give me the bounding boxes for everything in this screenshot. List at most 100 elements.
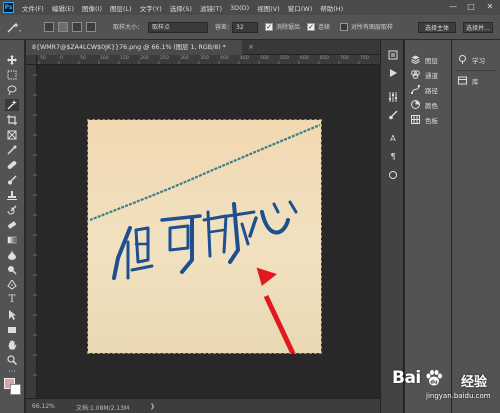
- blur-tool-icon[interactable]: [5, 249, 19, 261]
- ruler-label: 300: [180, 56, 189, 61]
- paths-panel-tab[interactable]: 路径: [411, 84, 438, 95]
- photoshop-window: Ps 文件(F) 编辑(E) 图像(I) 图层(L) 文字(Y) 选择(S) 滤…: [0, 0, 500, 413]
- type-tool-icon[interactable]: T: [5, 294, 19, 306]
- menu-filter[interactable]: 滤镜(T): [200, 3, 222, 13]
- learn-panel-tab[interactable]: 学习: [458, 54, 485, 65]
- add-to-selection-mode-button[interactable]: [58, 22, 68, 32]
- document-tab[interactable]: 8{WMR7@$ZA4LCW$0JK}}76.png @ 66.1% (图层 1…: [26, 40, 242, 55]
- magic-wand-tool-preset-icon[interactable]: [6, 22, 22, 33]
- menu-view[interactable]: 视图(V): [257, 3, 280, 13]
- marquee-tool-icon[interactable]: [5, 69, 19, 81]
- antialias-label: 消除锯齿: [276, 24, 301, 31]
- adjustments-icon[interactable]: [388, 92, 398, 102]
- menu-window[interactable]: 窗口(W): [288, 3, 313, 13]
- canvas-area[interactable]: [37, 65, 380, 398]
- baidu-jingyan-watermark: Bai du 经验 jingyan.baidu.com: [392, 368, 498, 410]
- sample-size-select[interactable]: 取样点: [148, 22, 208, 33]
- ruler-label: 50: [40, 56, 46, 61]
- menu-select[interactable]: 选择(S): [170, 3, 192, 13]
- subtract-selection-mode-button[interactable]: [72, 22, 82, 32]
- more-tools-icon[interactable]: ···: [5, 366, 19, 378]
- document-size-info: 文档:1.08M/2.13M: [76, 405, 130, 412]
- photoshop-logo: Ps: [3, 2, 14, 13]
- brush-tool-icon[interactable]: [5, 174, 19, 186]
- zoom-tool-icon[interactable]: [5, 354, 19, 366]
- layers-icon: [411, 55, 420, 64]
- glyphs-icon[interactable]: [388, 170, 398, 180]
- ruler-label: 50: [80, 56, 86, 61]
- ruler-label: 0: [60, 56, 63, 61]
- menu-help[interactable]: 帮助(H): [320, 3, 343, 13]
- swatches-panel-tab[interactable]: 色板: [411, 114, 438, 125]
- move-tool-icon[interactable]: [5, 54, 19, 66]
- contiguous-label: 连续: [318, 24, 331, 31]
- frame-tool-icon[interactable]: [5, 129, 19, 141]
- menu-file[interactable]: 文件(F): [22, 3, 44, 13]
- menu-image[interactable]: 图像(I): [82, 3, 102, 13]
- brush-settings-icon[interactable]: [388, 110, 398, 120]
- paths-icon: [411, 85, 420, 94]
- gradient-tool-icon[interactable]: [5, 234, 19, 246]
- hand-tool-icon[interactable]: [5, 339, 19, 351]
- new-selection-mode-button[interactable]: [44, 22, 54, 32]
- libraries-panel-tab[interactable]: 库: [458, 75, 479, 86]
- pen-tool-icon[interactable]: [5, 279, 19, 291]
- history-brush-tool-icon[interactable]: [5, 204, 19, 216]
- paragraph-icon[interactable]: ¶: [388, 152, 398, 162]
- watermark-url: jingyan.baidu.com: [426, 392, 491, 400]
- ruler-origin[interactable]: [26, 55, 37, 65]
- eyedropper-tool-icon[interactable]: [5, 144, 19, 156]
- crop-tool-icon[interactable]: [5, 114, 19, 126]
- eraser-tool-icon[interactable]: [5, 219, 19, 231]
- status-bar: 66.12% 文档:1.08M/2.13M ❯: [26, 398, 380, 413]
- menu-layer[interactable]: 图层(L): [110, 3, 132, 13]
- channels-icon: [411, 70, 420, 79]
- watermark-jingyan-text: 经验: [461, 375, 488, 390]
- document-canvas[interactable]: [87, 119, 322, 354]
- learn-label: 学习: [472, 56, 485, 65]
- color-icon: [411, 100, 420, 109]
- channels-label: 通道: [425, 71, 438, 80]
- ruler-label: 600: [300, 56, 309, 61]
- maximize-button[interactable]: □: [464, 1, 478, 13]
- select-subject-button[interactable]: 选择主体: [418, 22, 457, 33]
- background-color-swatch[interactable]: [10, 384, 21, 395]
- menu-edit[interactable]: 编辑(E): [52, 3, 74, 13]
- channels-panel-tab[interactable]: 通道: [411, 69, 438, 80]
- ruler-label: 700: [340, 56, 349, 61]
- color-panel-tab[interactable]: 颜色: [411, 99, 438, 110]
- status-menu-arrow-icon[interactable]: ❯: [150, 403, 155, 410]
- ruler-label: 450: [240, 56, 249, 61]
- antialias-checkbox[interactable]: ✓: [265, 23, 273, 31]
- close-tab-icon[interactable]: ×: [248, 43, 254, 51]
- ruler-label: 750: [360, 56, 369, 61]
- menu-type[interactable]: 文字(Y): [140, 3, 162, 13]
- tolerance-input[interactable]: 32: [232, 22, 258, 33]
- document-tab-bar: 8{WMR7@$ZA4LCW$0JK}}76.png @ 66.1% (图层 1…: [26, 40, 380, 55]
- magic-wand-tool-icon[interactable]: [5, 99, 19, 111]
- clone-stamp-tool-icon[interactable]: [5, 189, 19, 201]
- panel-divider: [456, 70, 496, 71]
- layers-panel-tab[interactable]: 图层: [411, 54, 438, 65]
- close-window-button[interactable]: ✕: [483, 1, 497, 13]
- paths-label: 路径: [425, 86, 438, 95]
- character-icon[interactable]: A: [388, 134, 398, 144]
- rectangle-tool-icon[interactable]: [5, 324, 19, 336]
- sample-all-layers-checkbox[interactable]: [340, 23, 348, 31]
- history-icon[interactable]: [388, 50, 398, 60]
- ruler-label: 500: [260, 56, 269, 61]
- vertical-ruler[interactable]: [26, 65, 37, 398]
- contiguous-checkbox[interactable]: ✓: [307, 23, 315, 31]
- ruler-label: 100: [100, 56, 109, 61]
- select-and-mask-button[interactable]: 选择并...: [463, 22, 493, 33]
- actions-play-icon[interactable]: [388, 68, 398, 78]
- dodge-tool-icon[interactable]: [5, 264, 19, 276]
- healing-brush-tool-icon[interactable]: [5, 159, 19, 171]
- lasso-tool-icon[interactable]: [5, 84, 19, 96]
- horizontal-ruler[interactable]: 50 0 50 100 150 200 250 300 350 400 450 …: [37, 55, 380, 65]
- zoom-level[interactable]: 66.12%: [32, 403, 55, 410]
- minimize-button[interactable]: —: [446, 1, 460, 13]
- intersect-selection-mode-button[interactable]: [86, 22, 96, 32]
- menu-3d[interactable]: 3D(D): [230, 4, 249, 12]
- path-selection-tool-icon[interactable]: [5, 309, 19, 321]
